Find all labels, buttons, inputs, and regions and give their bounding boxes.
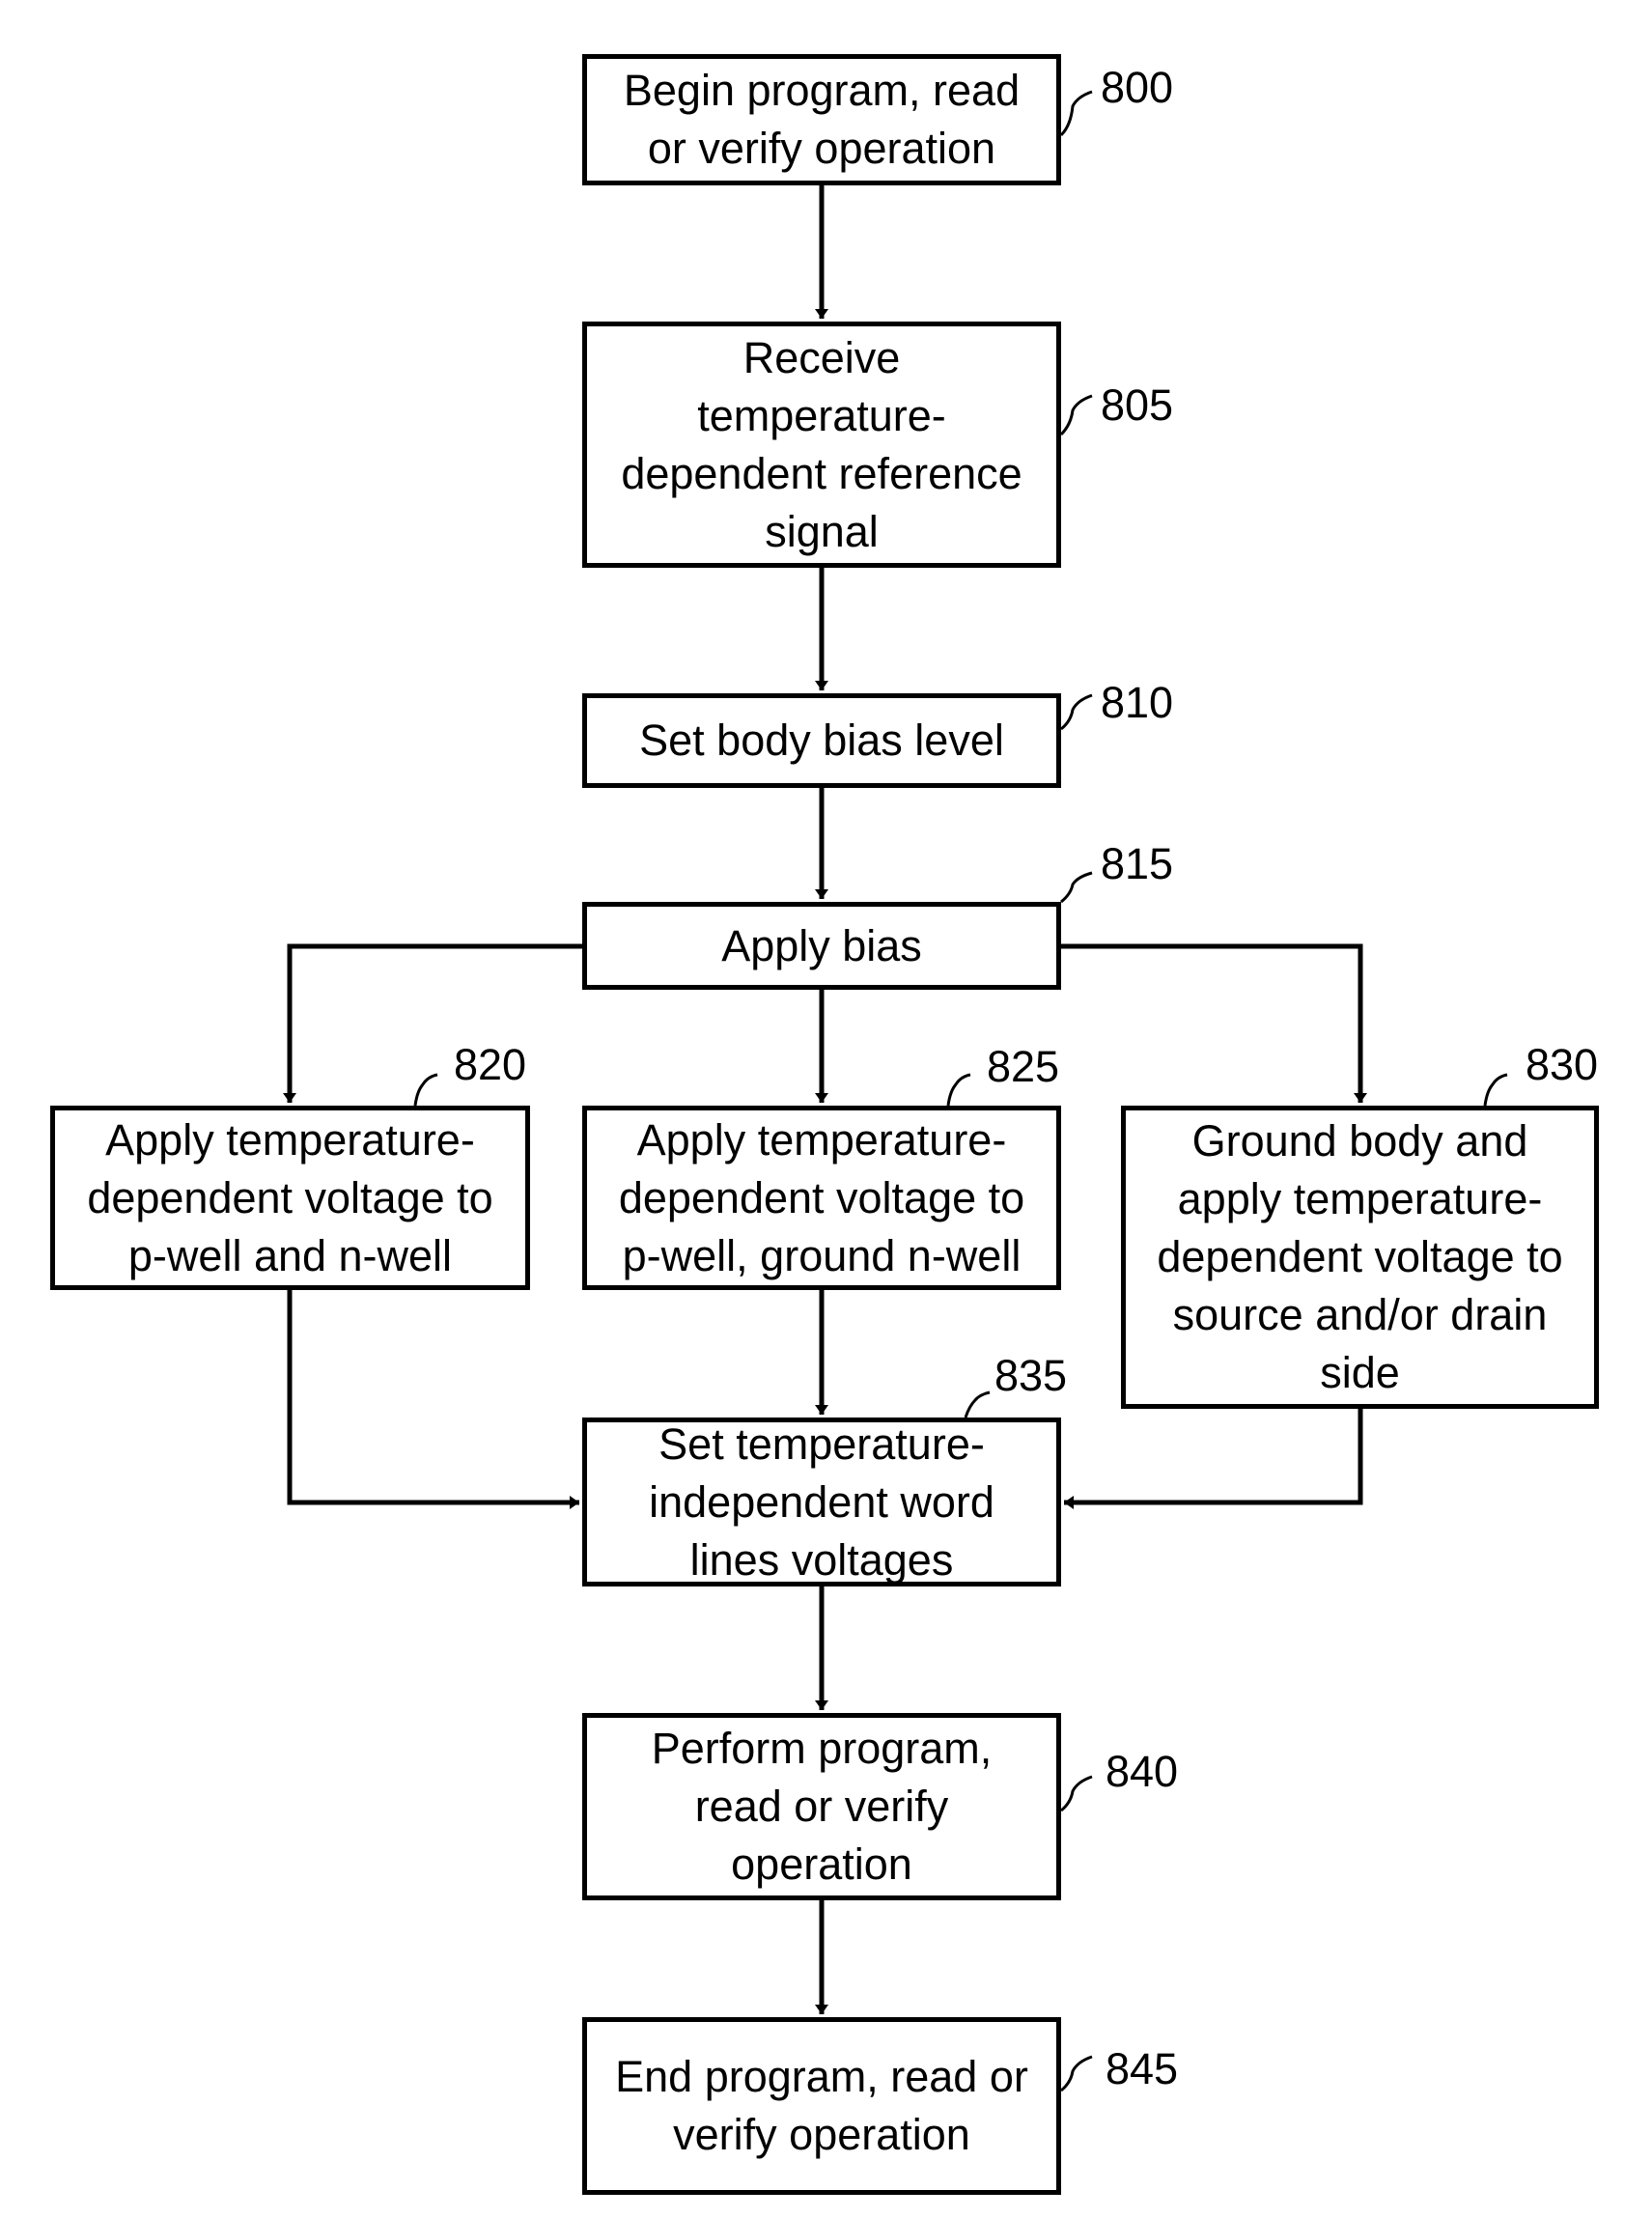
- arrow-830-835: [1064, 1409, 1363, 1509]
- step-825-text: Apply temperature- dependent voltage to …: [618, 1114, 1025, 1280]
- ref-805: 805: [1101, 380, 1174, 430]
- step-810-text: Set body bias level: [639, 716, 1004, 765]
- step-810-box: Set body bias level: [582, 693, 1061, 788]
- leader-810: [1060, 693, 1093, 731]
- step-825-box: Apply temperature- dependent voltage to …: [582, 1106, 1061, 1290]
- ref-830: 830: [1526, 1040, 1599, 1089]
- leader-835: [964, 1390, 991, 1418]
- leader-845: [1060, 2055, 1093, 2092]
- step-845-box: End program, read or verify operation: [582, 2017, 1061, 2195]
- step-840-text: Perform program, read or verify operatio…: [651, 1724, 993, 1889]
- arrow-815-830: [1061, 943, 1367, 1103]
- ref-800: 800: [1101, 63, 1174, 112]
- step-815-box: Apply bias: [582, 902, 1061, 990]
- step-820-box: Apply temperature- dependent voltage to …: [50, 1106, 530, 1290]
- step-805-box: Receive temperature- dependent reference…: [582, 322, 1061, 568]
- leader-840: [1060, 1775, 1093, 1812]
- step-805-text: Receive temperature- dependent reference…: [621, 332, 1022, 556]
- ref-845: 845: [1106, 2044, 1179, 2093]
- ref-810: 810: [1101, 678, 1174, 727]
- step-830-box: Ground body and apply temperature- depen…: [1121, 1106, 1599, 1409]
- step-845-text: End program, read or verify operation: [615, 2052, 1028, 2159]
- leader-830: [1483, 1073, 1508, 1107]
- step-800-box: Begin program, read or verify operation: [582, 54, 1061, 185]
- step-840-box: Perform program, read or verify operatio…: [582, 1713, 1061, 1900]
- step-800-text: Begin program, read or verify operation: [623, 66, 1021, 173]
- ref-815: 815: [1101, 839, 1174, 888]
- step-835-box: Set temperature- independent word lines …: [582, 1418, 1061, 1586]
- arrow-820-835: [287, 1290, 579, 1509]
- arrow-815-820: [283, 943, 582, 1103]
- step-815-text: Apply bias: [721, 920, 922, 970]
- leader-815: [1060, 871, 1093, 904]
- ref-825: 825: [987, 1042, 1060, 1091]
- leader-825: [946, 1073, 971, 1107]
- ref-835: 835: [994, 1351, 1068, 1400]
- leader-820: [413, 1073, 438, 1107]
- ref-820: 820: [454, 1040, 527, 1089]
- step-820-text: Apply temperature- dependent voltage to …: [87, 1114, 493, 1280]
- leader-805: [1059, 394, 1093, 436]
- step-835-text: Set temperature- independent word lines …: [649, 1418, 994, 1585]
- step-830-text: Ground body and apply temperature- depen…: [1157, 1116, 1563, 1397]
- leader-800: [1059, 90, 1093, 137]
- ref-840: 840: [1106, 1747, 1179, 1796]
